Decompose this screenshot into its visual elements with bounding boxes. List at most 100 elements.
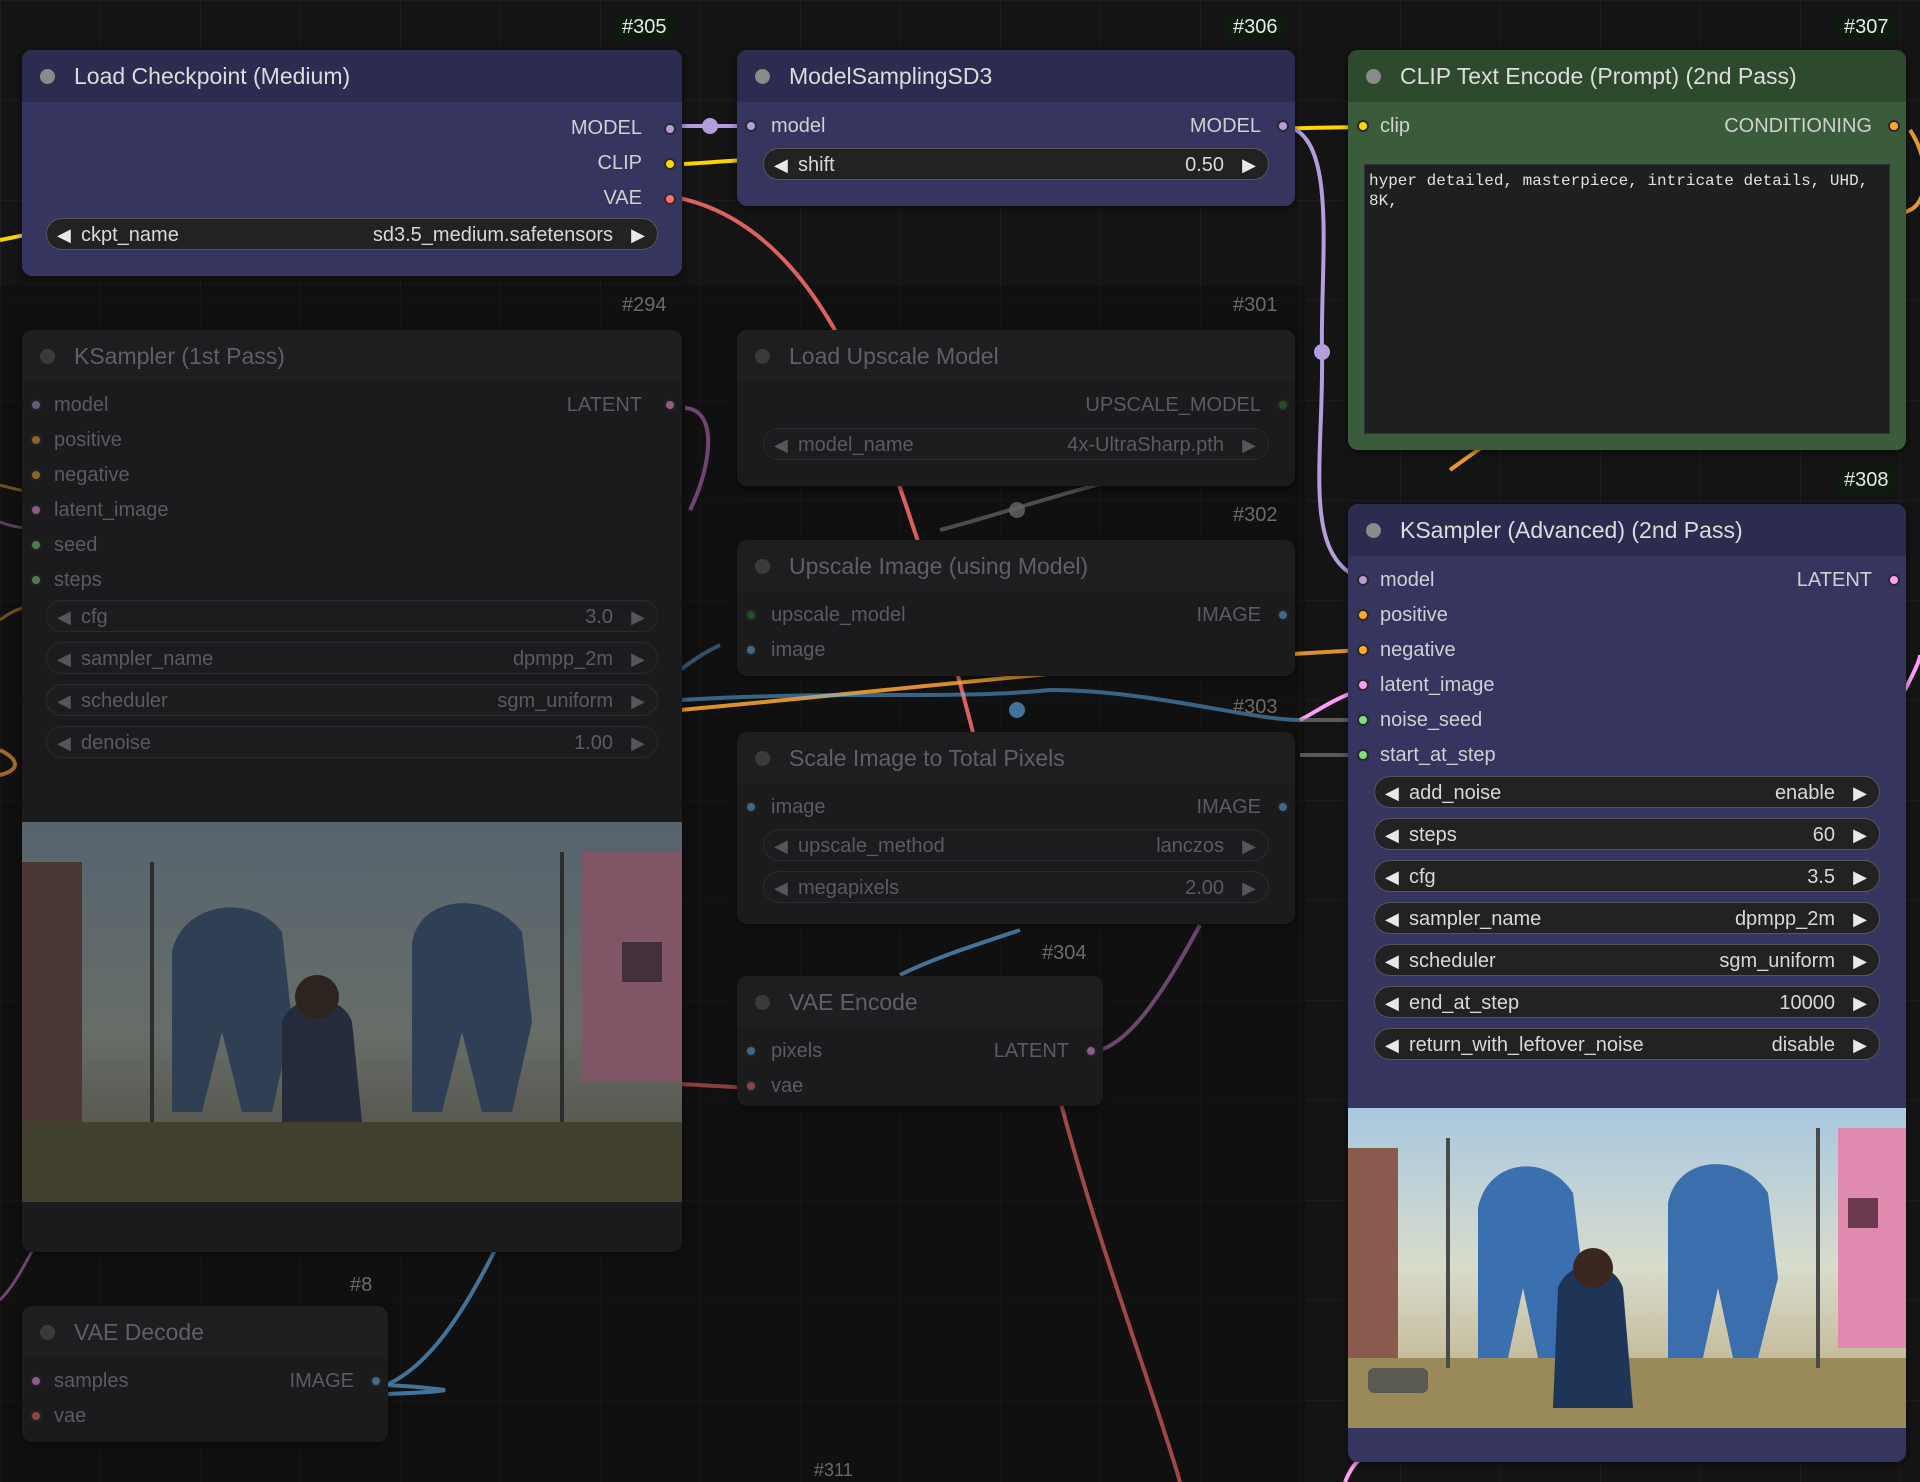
decrement-arrow-icon[interactable]: ◀ [57, 601, 71, 633]
collapse-dot-icon[interactable] [755, 69, 770, 84]
increment-arrow-icon[interactable]: ▶ [1853, 861, 1867, 893]
node-vae-encode[interactable]: VAE Encode pixels vae LATENT [737, 976, 1103, 1106]
increment-arrow-icon[interactable]: ▶ [1242, 149, 1256, 181]
wire-reroute-dot[interactable] [702, 118, 718, 134]
decrement-arrow-icon[interactable]: ◀ [774, 149, 788, 181]
output-slot-clip[interactable]: CLIP [598, 148, 642, 178]
increment-arrow-icon[interactable]: ▶ [631, 601, 645, 633]
input-slot-image[interactable]: image [771, 635, 825, 665]
widget-model-name[interactable]: ◀ model_name 4x-UltraSharp.pth ▶ [763, 428, 1269, 460]
input-slot-model[interactable]: model [1380, 565, 1434, 595]
collapse-dot-icon[interactable] [1366, 69, 1381, 84]
input-slot-latent-image[interactable]: latent_image [54, 495, 169, 525]
widget-add-noise[interactable]: ◀ add_noise enable ▶ [1374, 776, 1880, 808]
increment-arrow-icon[interactable]: ▶ [631, 727, 645, 759]
node-title[interactable]: Load Upscale Model [737, 330, 1295, 382]
widget-return-with-leftover-noise[interactable]: ◀ return_with_leftover_noise disable ▶ [1374, 1028, 1880, 1060]
node-title[interactable]: CLIP Text Encode (Prompt) (2nd Pass) [1348, 50, 1906, 102]
output-slot-conditioning[interactable]: CONDITIONING [1724, 111, 1872, 141]
input-dot-latent-image[interactable] [1357, 679, 1369, 691]
node-title[interactable]: Load Checkpoint (Medium) [22, 50, 682, 102]
node-title[interactable]: Upscale Image (using Model) [737, 540, 1295, 592]
node-title[interactable]: KSampler (Advanced) (2nd Pass) [1348, 504, 1906, 556]
node-upscale-image-using-model[interactable]: Upscale Image (using Model) upscale_mode… [737, 540, 1295, 676]
collapse-dot-icon[interactable] [755, 995, 770, 1010]
input-slot-positive[interactable]: positive [1380, 600, 1448, 630]
output-dot-vae[interactable] [664, 193, 676, 205]
input-slot-model[interactable]: model [771, 111, 825, 141]
widget-megapixels[interactable]: ◀ megapixels 2.00 ▶ [763, 871, 1269, 903]
widget-cfg[interactable]: ◀ cfg 3.5 ▶ [1374, 860, 1880, 892]
input-slot-negative[interactable]: negative [54, 460, 130, 490]
input-dot-upscale-model[interactable] [745, 609, 757, 621]
decrement-arrow-icon[interactable]: ◀ [57, 685, 71, 717]
output-dot-upscale-model[interactable] [1277, 399, 1289, 411]
input-dot-vae[interactable] [30, 1410, 42, 1422]
node-ksampler-1st-pass[interactable]: KSampler (1st Pass) model positive negat… [22, 330, 682, 1252]
input-slot-model[interactable]: model [54, 390, 108, 420]
widget-scheduler[interactable]: ◀ scheduler sgm_uniform ▶ [46, 684, 658, 716]
increment-arrow-icon[interactable]: ▶ [631, 219, 645, 251]
output-dot-image[interactable] [1277, 801, 1289, 813]
node-title[interactable]: ModelSamplingSD3 [737, 50, 1295, 102]
output-dot-clip[interactable] [664, 158, 676, 170]
input-slot-latent-image[interactable]: latent_image [1380, 670, 1495, 700]
output-slot-image[interactable]: IMAGE [290, 1366, 354, 1396]
increment-arrow-icon[interactable]: ▶ [1242, 830, 1256, 862]
collapse-dot-icon[interactable] [40, 69, 55, 84]
node-vae-decode[interactable]: VAE Decode samples vae IMAGE [22, 1306, 388, 1442]
output-slot-image[interactable]: IMAGE [1197, 600, 1261, 630]
widget-sampler-name[interactable]: ◀ sampler_name dpmpp_2m ▶ [1374, 902, 1880, 934]
widget-sampler-name[interactable]: ◀ sampler_name dpmpp_2m ▶ [46, 642, 658, 674]
input-dot-image[interactable] [745, 801, 757, 813]
output-dot-image[interactable] [370, 1375, 382, 1387]
increment-arrow-icon[interactable]: ▶ [1853, 987, 1867, 1019]
decrement-arrow-icon[interactable]: ◀ [1385, 861, 1399, 893]
input-dot-noise-seed[interactable] [1357, 714, 1369, 726]
increment-arrow-icon[interactable]: ▶ [1853, 1029, 1867, 1061]
output-dot-latent[interactable] [1888, 574, 1900, 586]
node-title[interactable]: KSampler (1st Pass) [22, 330, 682, 382]
input-slot-positive[interactable]: positive [54, 425, 122, 455]
prompt-textarea[interactable]: hyper detailed, masterpiece, intricate d… [1364, 164, 1890, 434]
decrement-arrow-icon[interactable]: ◀ [1385, 777, 1399, 809]
input-dot-image[interactable] [745, 644, 757, 656]
input-slot-start-at-step[interactable]: start_at_step [1380, 740, 1496, 770]
node-clip-text-encode[interactable]: CLIP Text Encode (Prompt) (2nd Pass) cli… [1348, 50, 1906, 450]
input-dot-samples[interactable] [30, 1375, 42, 1387]
output-slot-latent[interactable]: LATENT [1797, 565, 1872, 595]
node-title[interactable]: VAE Encode [737, 976, 1103, 1028]
widget-shift[interactable]: ◀ shift 0.50 ▶ [763, 148, 1269, 180]
output-dot-image[interactable] [1277, 609, 1289, 621]
input-slot-steps[interactable]: steps [54, 565, 102, 595]
input-dot-model[interactable] [745, 120, 757, 132]
input-dot-vae[interactable] [745, 1080, 757, 1092]
collapse-dot-icon[interactable] [40, 349, 55, 364]
output-dot-conditioning[interactable] [1888, 120, 1900, 132]
node-model-sampling-sd3[interactable]: ModelSamplingSD3 model MODEL ◀ shift 0.5… [737, 50, 1295, 206]
input-dot-seed[interactable] [30, 539, 42, 551]
input-dot-positive[interactable] [30, 434, 42, 446]
node-title[interactable]: Scale Image to Total Pixels [737, 732, 1295, 784]
output-dot-model[interactable] [1277, 120, 1289, 132]
widget-scheduler[interactable]: ◀ scheduler sgm_uniform ▶ [1374, 944, 1880, 976]
input-slot-vae[interactable]: vae [771, 1071, 803, 1101]
widget-ckpt-name[interactable]: ◀ ckpt_name sd3.5_medium.safetensors ▶ [46, 218, 658, 250]
input-dot-steps[interactable] [30, 574, 42, 586]
decrement-arrow-icon[interactable]: ◀ [1385, 945, 1399, 977]
input-slot-seed[interactable]: seed [54, 530, 97, 560]
input-dot-model[interactable] [1357, 574, 1369, 586]
decrement-arrow-icon[interactable]: ◀ [1385, 987, 1399, 1019]
widget-denoise[interactable]: ◀ denoise 1.00 ▶ [46, 726, 658, 758]
wire-reroute-dot[interactable] [1314, 344, 1330, 360]
node-scale-image-to-total-pixels[interactable]: Scale Image to Total Pixels image IMAGE … [737, 732, 1295, 924]
increment-arrow-icon[interactable]: ▶ [1853, 945, 1867, 977]
output-dot-latent[interactable] [664, 399, 676, 411]
increment-arrow-icon[interactable]: ▶ [1853, 819, 1867, 851]
output-slot-latent[interactable]: LATENT [994, 1036, 1069, 1066]
input-slot-clip[interactable]: clip [1380, 111, 1410, 141]
output-slot-model[interactable]: MODEL [571, 113, 642, 143]
increment-arrow-icon[interactable]: ▶ [1242, 429, 1256, 461]
input-slot-pixels[interactable]: pixels [771, 1036, 822, 1066]
input-dot-negative[interactable] [30, 469, 42, 481]
